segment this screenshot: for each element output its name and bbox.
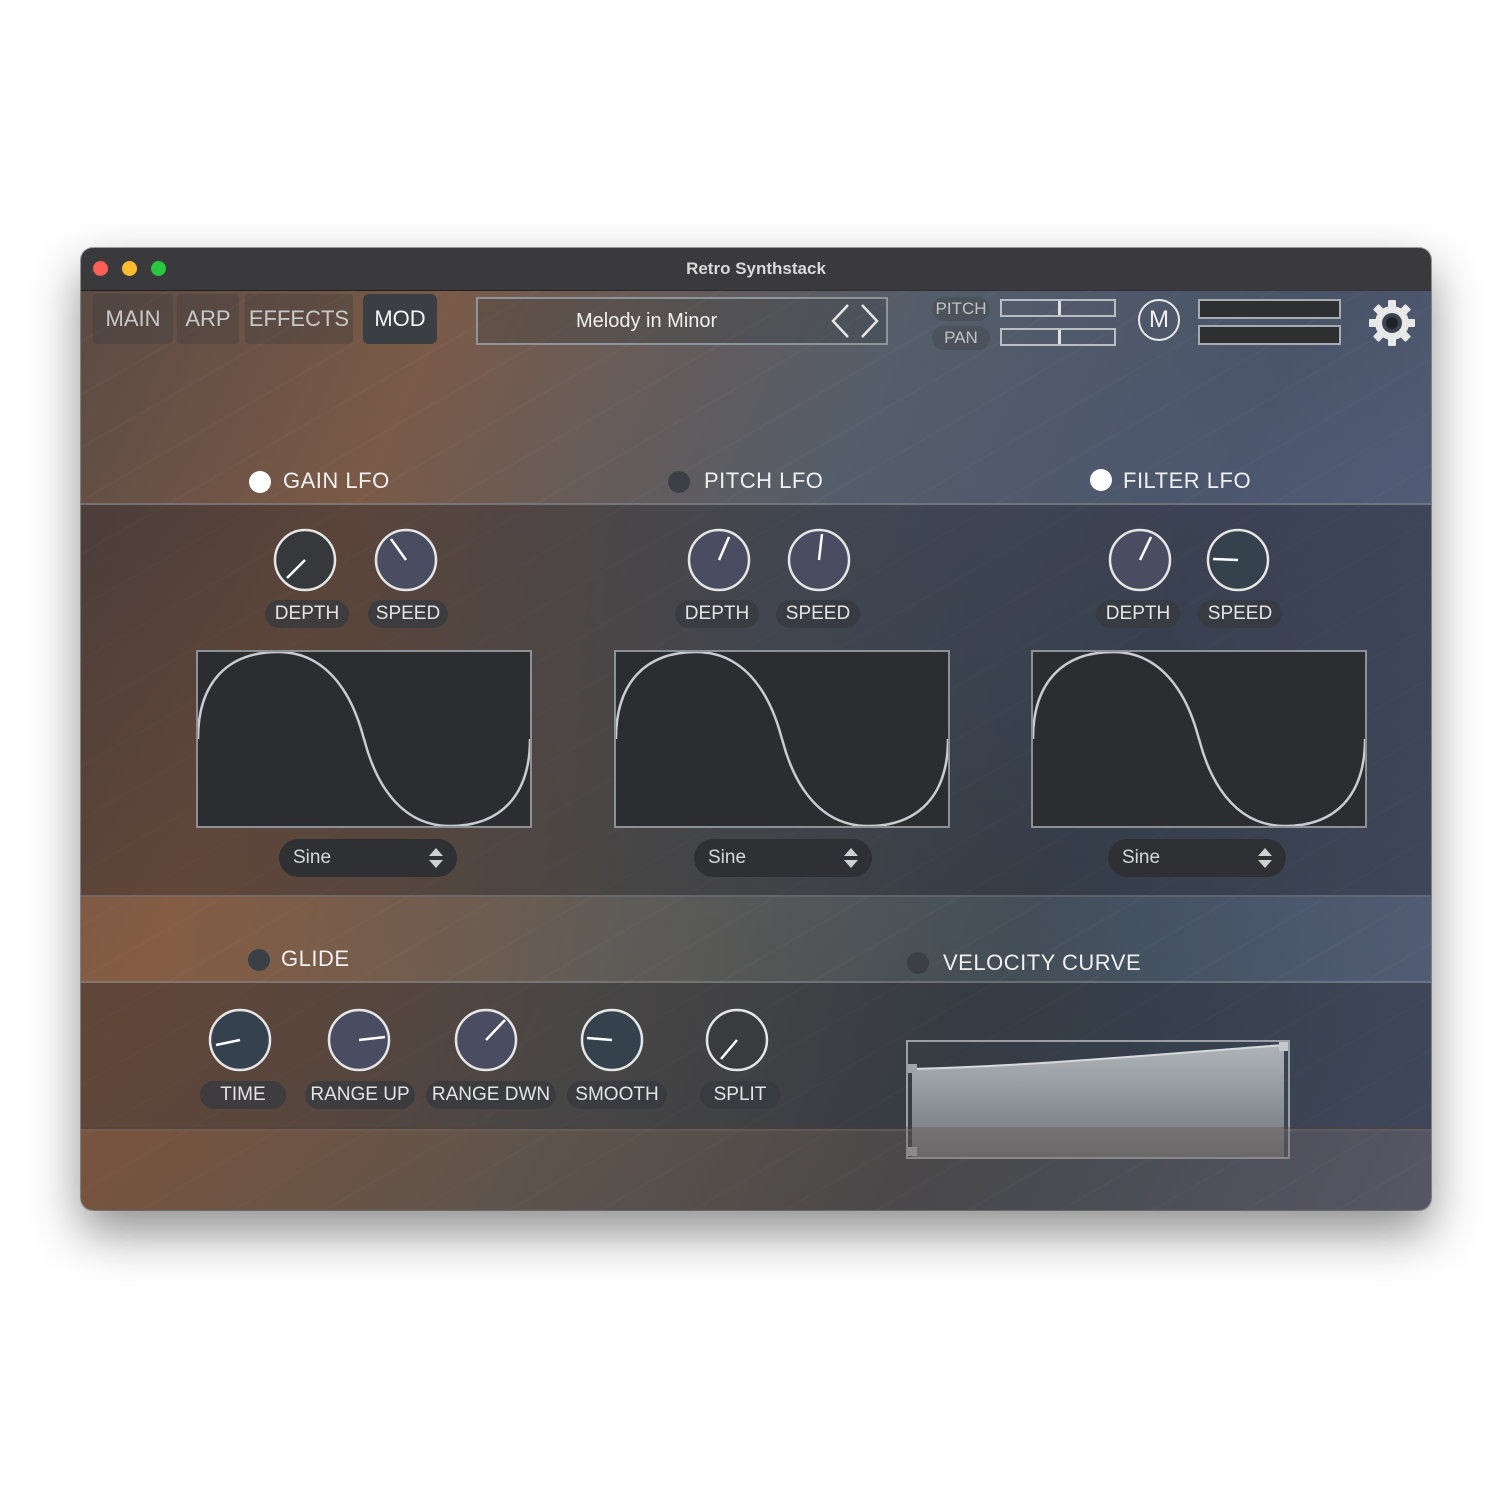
gain-lfo-depth-label: DEPTH [265,600,349,628]
updown-arrows-icon [1258,848,1272,868]
mod-page: MAIN ARP EFFECTS MOD Melody in Minor PIT… [81,290,1431,1210]
glide-time-label: TIME [200,1081,286,1109]
filter-lfo-waveform-select[interactable]: Sine [1108,839,1286,877]
glide-split-label: SPLIT [700,1081,780,1109]
gain-lfo-waveform-display [196,650,532,828]
velocity-curve-toggle[interactable] [907,952,929,974]
m-button[interactable]: M [1138,299,1180,341]
pitch-label: PITCH [932,297,990,321]
preset-name: Melody in Minor [576,310,718,332]
filter-lfo-waveform-display [1031,650,1367,828]
filter-lfo-depth-label: DEPTH [1096,600,1180,628]
window-title: Retro Synthstack [686,259,826,278]
gain-lfo-waveform-select[interactable]: Sine [279,839,457,877]
pitch-lfo-waveform-display [614,650,950,828]
pitch-slider[interactable] [1000,299,1116,317]
preset-selector[interactable]: Melody in Minor [476,297,888,345]
glide-smooth-knob[interactable] [580,1008,644,1072]
glide-time-knob[interactable] [208,1008,272,1072]
filter-lfo-toggle[interactable] [1090,469,1112,491]
tab-mod[interactable]: MOD [363,294,437,344]
tab-mod-label: MOD [374,306,426,331]
bottom-strip [81,1127,1431,1210]
velocity-curve-start-handle[interactable] [908,1064,917,1073]
glide-toggle[interactable] [248,949,270,971]
gain-lfo-waveform-value: Sine [293,847,332,868]
filter-lfo-sine-curve [1031,650,1367,828]
pan-slider[interactable] [1000,328,1116,346]
pitch-lfo-depth-label: DEPTH [675,600,759,628]
glide-title: GLIDE [281,946,350,971]
tab-arp[interactable]: ARP [177,294,239,344]
velocity-curve-end-handle[interactable] [1279,1042,1288,1051]
filter-lfo-title: FILTER LFO [1123,468,1252,493]
glide-smooth-label: SMOOTH [567,1081,667,1109]
gear-icon[interactable] [1367,298,1417,348]
pitch-lfo-sine-curve [614,650,950,828]
updown-arrows-icon [429,848,443,868]
tab-main-label: MAIN [105,306,161,331]
gain-lfo-sine-curve [196,650,532,828]
tab-main[interactable]: MAIN [93,294,173,344]
glide-range-up-label: RANGE UP [305,1081,415,1109]
pitch-lfo-depth-knob[interactable] [687,528,751,592]
tab-arp-label: ARP [185,306,231,331]
pitch-lfo-waveform-value: Sine [708,847,747,868]
pitch-lfo-toggle[interactable] [668,471,690,493]
pitch-lfo-speed-label: SPEED [776,600,860,628]
pitch-lfo-waveform-select[interactable]: Sine [694,839,872,877]
output-meter-right [1198,325,1341,345]
gain-lfo-title: GAIN LFO [283,468,390,493]
glide-split-knob[interactable] [705,1008,769,1072]
glide-range-down-knob[interactable] [454,1008,518,1072]
updown-arrows-icon [844,848,858,868]
chevron-right-icon[interactable] [856,303,882,339]
velocity-curve-title: VELOCITY CURVE [943,950,1142,975]
pitch-lfo-speed-knob[interactable] [787,528,851,592]
gain-lfo-toggle[interactable] [249,471,271,493]
gain-lfo-depth-knob[interactable] [273,528,337,592]
chevron-left-icon[interactable] [828,303,854,339]
gain-lfo-speed-knob[interactable] [374,528,438,592]
tab-effects[interactable]: EFFECTS [245,294,353,344]
gain-lfo-speed-label: SPEED [368,600,448,628]
plugin-window: Retro Synthstack MAIN ARP EFFECTS MOD Me… [81,248,1431,1210]
output-meter-left [1198,299,1341,319]
tab-effects-label: EFFECTS [248,306,350,331]
filter-lfo-speed-knob[interactable] [1206,528,1270,592]
pan-slider-handle[interactable] [1058,330,1061,344]
pitch-lfo-title: PITCH LFO [704,468,824,493]
filter-lfo-speed-label: SPEED [1198,600,1282,628]
pitch-slider-handle[interactable] [1058,301,1061,315]
title-bar: Retro Synthstack [81,248,1431,291]
pan-label: PAN [932,326,990,350]
glide-range-up-knob[interactable] [327,1008,391,1072]
filter-lfo-waveform-value: Sine [1122,847,1161,868]
glide-range-down-label: RANGE DWN [426,1081,556,1109]
filter-lfo-depth-knob[interactable] [1108,528,1172,592]
